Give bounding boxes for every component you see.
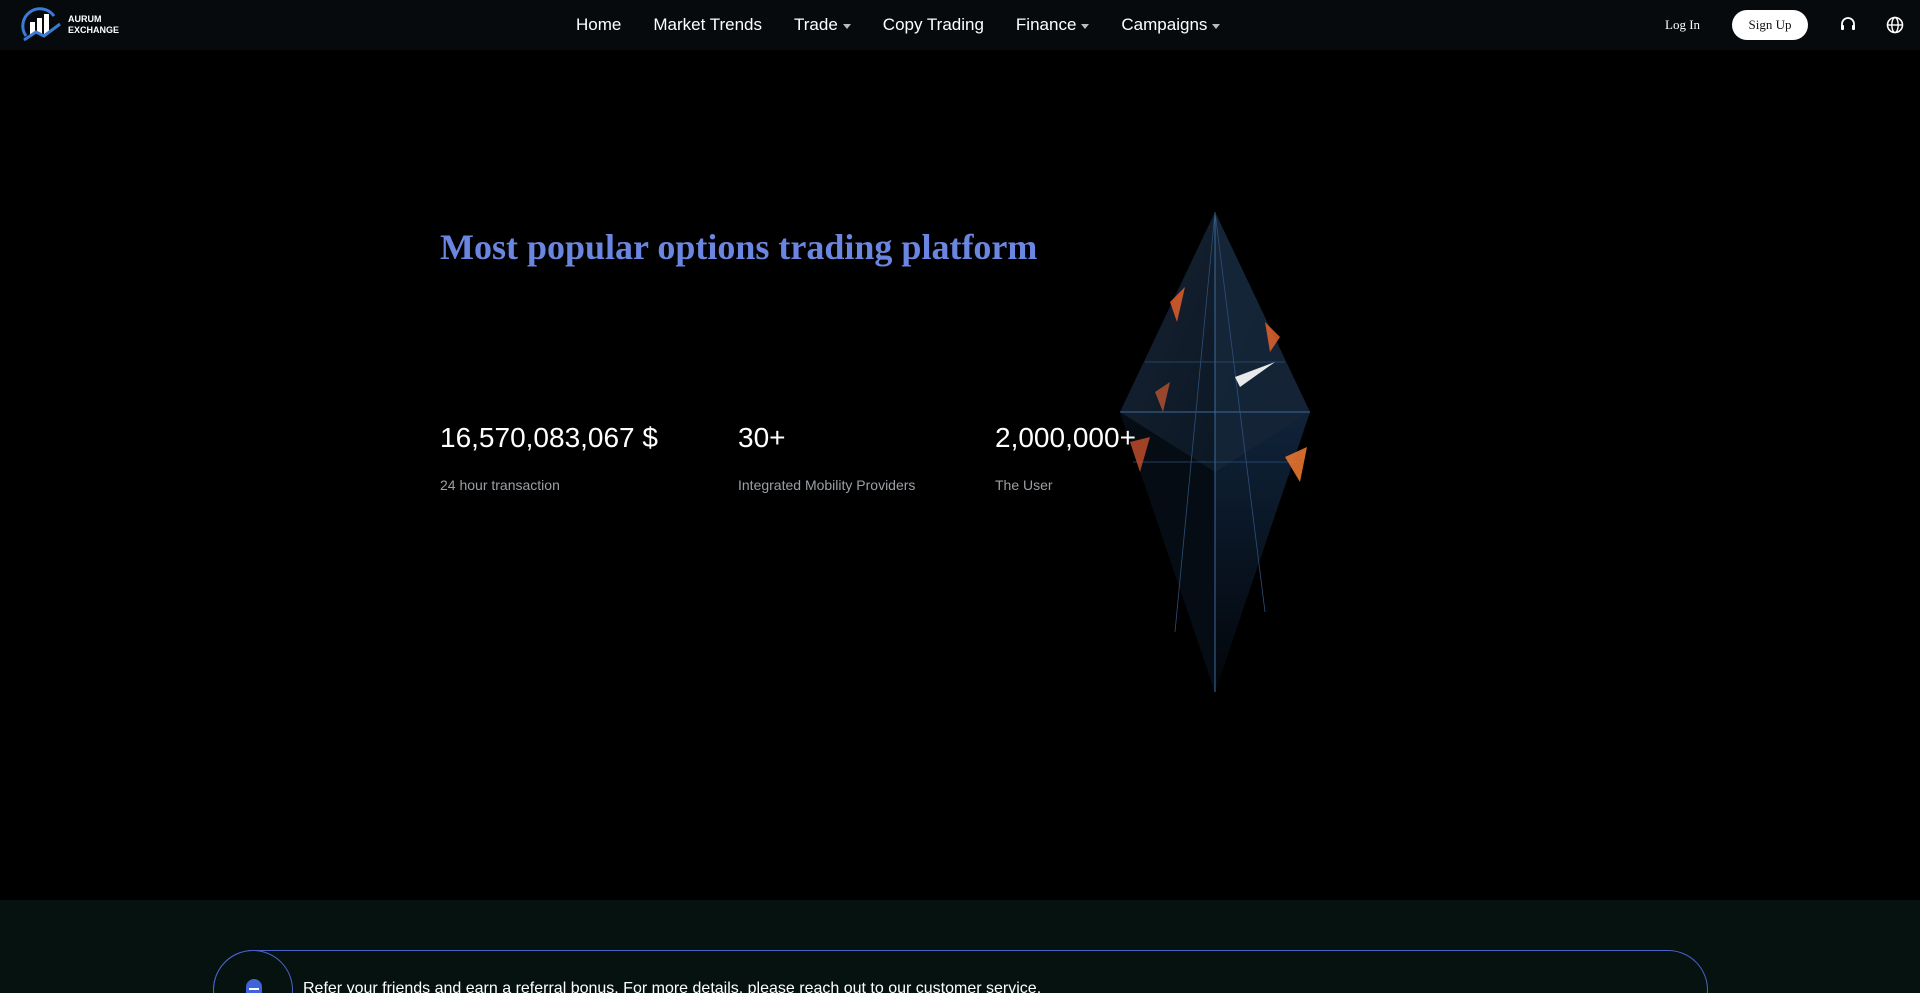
bell-icon	[246, 979, 262, 993]
nav-trade[interactable]: Trade	[794, 15, 851, 35]
stat-label-providers: Integrated Mobility Providers	[738, 477, 916, 493]
chevron-down-icon	[842, 23, 851, 29]
logo-icon	[21, 7, 61, 42]
logo-text: AURUM EXCHANGE	[68, 14, 119, 36]
crystal-illustration	[1120, 212, 1310, 692]
stat-label-users: The User	[995, 477, 1053, 493]
nav-trade-label: Trade	[794, 15, 838, 34]
nav-market-trends[interactable]: Market Trends	[653, 15, 762, 35]
nav-home-label: Home	[576, 15, 622, 34]
top-header: AURUM EXCHANGE Home Market Trends Trade …	[0, 0, 1920, 50]
nav-home[interactable]: Home	[576, 15, 621, 35]
signup-button[interactable]: Sign Up	[1732, 10, 1808, 40]
logo-text-line2: EXCHANGE	[68, 25, 120, 35]
nav-market-trends-label: Market Trends	[653, 15, 763, 34]
referral-notice-text: Refer your friends and earn a referral b…	[303, 980, 1042, 993]
chevron-down-icon	[1081, 23, 1090, 29]
nav-finance-label: Finance	[1015, 15, 1077, 34]
stat-value-transaction: 16,570,083,067 $	[440, 422, 658, 453]
nav-finance[interactable]: Finance	[1015, 15, 1090, 35]
stat-label-transaction: 24 hour transaction	[440, 477, 560, 493]
nav-campaigns[interactable]: Campaigns	[1121, 15, 1221, 35]
nav-copy-trading-label: Copy Trading	[882, 15, 984, 34]
logo-text-line1: AURUM	[68, 14, 102, 24]
login-link[interactable]: Log In	[1665, 17, 1700, 33]
chevron-down-icon	[1212, 23, 1221, 29]
logo[interactable]: AURUM EXCHANGE	[20, 6, 119, 44]
main-nav: Home Market Trends Trade Copy Trading Fi…	[560, 0, 1236, 50]
stat-value-providers: 30+	[738, 422, 786, 453]
headset-icon[interactable]	[1838, 15, 1858, 35]
hero-title: Most popular options trading platform	[440, 227, 1038, 267]
stat-value-users: 2,000,000+	[995, 422, 1136, 453]
globe-icon[interactable]	[1885, 15, 1905, 35]
nav-campaigns-label: Campaigns	[1121, 15, 1208, 34]
nav-copy-trading[interactable]: Copy Trading	[883, 15, 984, 35]
